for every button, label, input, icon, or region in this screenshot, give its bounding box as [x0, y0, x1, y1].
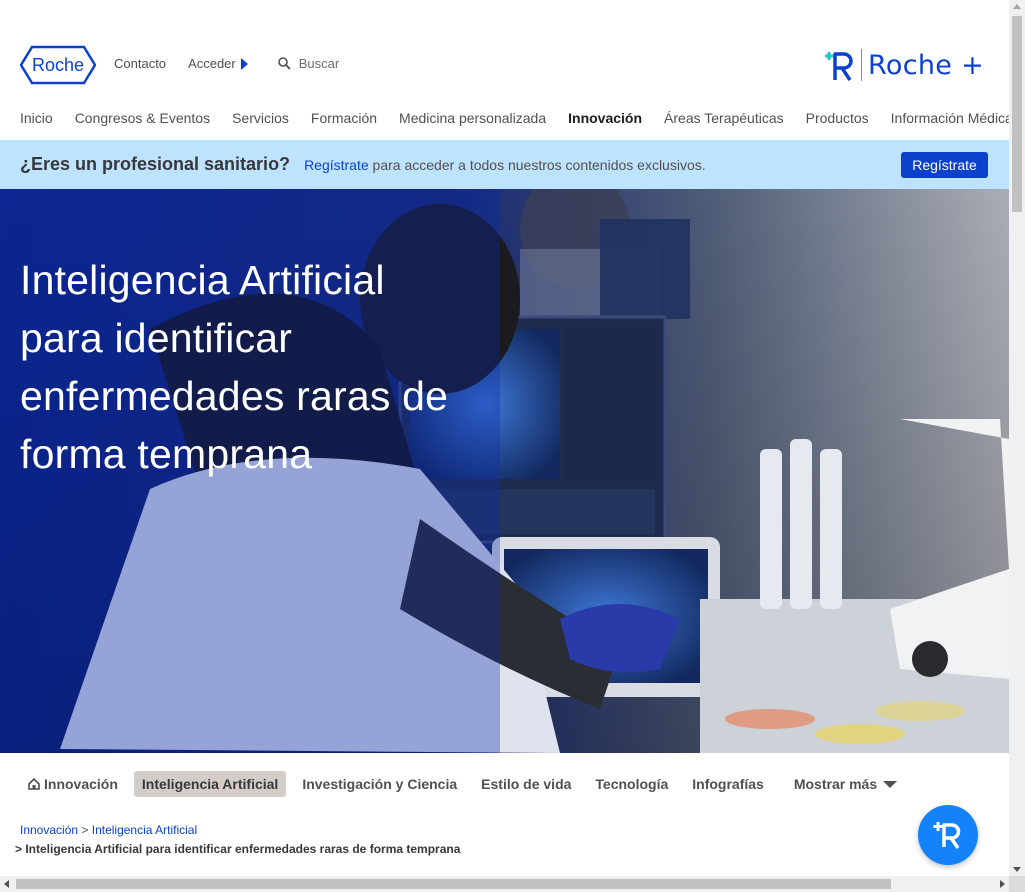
nav-item-formacion[interactable]: Formación [311, 110, 377, 126]
banner-question: ¿Eres un profesional sanitario? [20, 154, 291, 174]
subnav-label: Innovación [44, 776, 118, 792]
login-label: Acceder [188, 56, 236, 71]
nav-item-congresos[interactable]: Congresos & Eventos [75, 110, 210, 126]
nav-item-innovacion[interactable]: Innovación [568, 110, 642, 126]
contact-link[interactable]: Contacto [114, 56, 166, 71]
section-subnav: Innovación Inteligencia Artificial Inves… [20, 771, 913, 797]
banner-register-link[interactable]: Regístrate [304, 157, 369, 173]
subnav-item-infografias[interactable]: Infografías [684, 771, 772, 797]
horizontal-scroll-thumb[interactable] [16, 879, 891, 889]
breadcrumb-current-label: Inteligencia Artificial para identificar… [25, 842, 461, 856]
hero-section: Inteligencia Artificial para identificar… [0, 189, 1009, 753]
breadcrumb-item-innovacion[interactable]: Innovación [20, 823, 78, 837]
site-header: Roche Contacto Acceder Buscar Roche + In… [0, 0, 1013, 140]
logo-text: Roche [32, 55, 84, 75]
scroll-left-icon[interactable] [4, 880, 9, 888]
brand-divider [861, 49, 863, 81]
banner-message: Regístrate para acceder a todos nuestros… [304, 157, 706, 173]
scrollbar-corner [1009, 876, 1025, 892]
breadcrumb-separator: > [81, 823, 92, 837]
nav-item-inicio[interactable]: Inicio [20, 110, 53, 126]
show-more-button[interactable]: Mostrar más [786, 771, 905, 797]
roche-plus-text: Roche + [868, 49, 984, 81]
nav-item-areas-terapeuticas[interactable]: Áreas Terapéuticas [664, 110, 784, 126]
hero-title: Inteligencia Artificial para identificar… [20, 257, 449, 477]
register-banner: ¿Eres un profesional sanitario? Regístra… [0, 140, 1009, 189]
breadcrumb: Innovación > Inteligencia Artificial [20, 823, 197, 837]
search-icon [277, 57, 291, 70]
roche-plus-r-icon [933, 822, 961, 850]
breadcrumb-item-inteligencia-artificial[interactable]: Inteligencia Artificial [92, 823, 197, 837]
roche-plus-brand[interactable]: Roche + [823, 48, 984, 82]
login-link[interactable]: Acceder [188, 56, 248, 71]
show-more-label: Mostrar más [793, 776, 878, 792]
home-icon [28, 778, 40, 790]
roche-logo[interactable]: Roche [19, 45, 97, 85]
scroll-up-icon[interactable] [1013, 4, 1021, 9]
register-button[interactable]: Regístrate [901, 152, 988, 178]
subnav-item-estilo-de-vida[interactable]: Estilo de vida [473, 771, 579, 797]
caret-right-icon [240, 57, 248, 70]
roche-plus-r-icon [825, 52, 853, 81]
scroll-right-icon[interactable] [1000, 880, 1005, 888]
nav-item-productos[interactable]: Productos [806, 110, 869, 126]
roche-hexagon-icon: Roche [19, 45, 97, 85]
subnav-item-investigacion[interactable]: Investigación y Ciencia [294, 771, 465, 797]
subnav-item-innovacion[interactable]: Innovación [20, 771, 126, 797]
roche-plus-fab[interactable] [918, 805, 978, 865]
search-box[interactable]: Buscar [277, 56, 340, 71]
scroll-down-icon[interactable] [1013, 867, 1021, 872]
breadcrumb-separator: > [15, 842, 26, 856]
vertical-scrollbar[interactable] [1009, 0, 1025, 876]
nav-item-informacion-medica[interactable]: Información Médica [891, 110, 1013, 126]
subnav-item-tecnologia[interactable]: Tecnología [587, 771, 676, 797]
main-nav: Inicio Congresos & Eventos Servicios For… [20, 110, 1025, 126]
vertical-scroll-thumb[interactable] [1012, 16, 1022, 212]
subnav-item-inteligencia-artificial[interactable]: Inteligencia Artificial [133, 771, 287, 797]
search-placeholder: Buscar [298, 56, 340, 71]
nav-item-medicina-personalizada[interactable]: Medicina personalizada [399, 110, 546, 126]
banner-text: para acceder a todos nuestros contenidos… [368, 156, 706, 173]
breadcrumb-current: > Inteligencia Artificial para identific… [15, 842, 460, 856]
chevron-down-icon [883, 780, 898, 788]
top-links: Contacto Acceder Buscar [114, 56, 339, 71]
horizontal-scrollbar[interactable] [0, 876, 1009, 892]
nav-item-servicios[interactable]: Servicios [232, 110, 289, 126]
